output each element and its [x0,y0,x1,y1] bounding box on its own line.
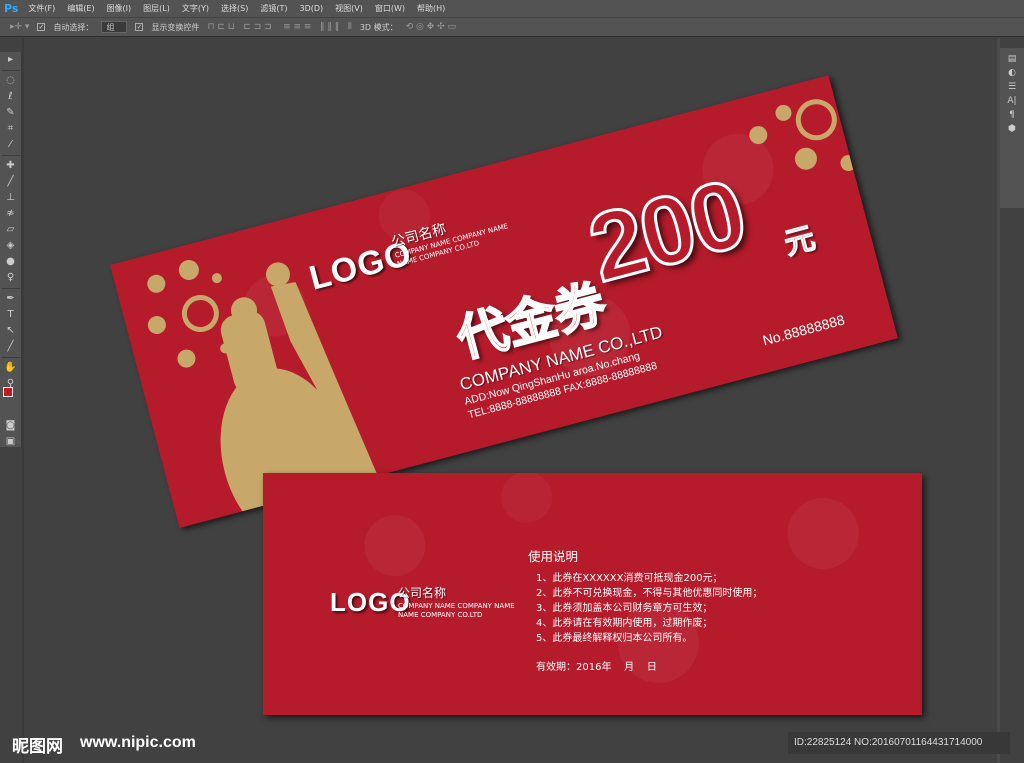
menu-type[interactable]: 文字(Y) [182,3,209,14]
back-company-en-2: NAME COMPANY CO.LTD [398,611,483,619]
validity-date: 有效期：2016年 月 日 [536,662,657,673]
auto-select-label: 自动选择： [53,22,94,32]
menu-edit[interactable]: 编辑(E) [67,3,94,14]
auto-select-dropdown[interactable]: 组 [101,21,128,33]
voucher-back: LOGO 公司名称 COMPANY NAME COMPANY NAME NAME… [263,473,922,715]
3d-mode-icons[interactable]: ⟲ ◎ ✥ ✣ ▭ [406,22,456,32]
stamp-tool-icon[interactable]: ⊥ [6,190,15,206]
rule-item: 5、此券最终解释权归本公司所有。 [536,633,693,644]
history-icon[interactable]: ▤ [1008,54,1017,64]
3d-icon[interactable]: ⬢ [1008,124,1016,134]
pen-tool-icon[interactable]: ✒ [6,291,14,307]
watermark-id: ID:22825124 NO:20160701164431714000 [788,732,1010,754]
menu-image[interactable]: 图像(I) [107,3,132,14]
usage-rules: 使用说明 1、此券在XXXXXX消费可抵现金200元； 2、此券不可兑换现金，不… [528,546,762,673]
show-transform-checkbox[interactable]: ✓ [135,23,144,31]
rule-item: 2、此券不可兑换现金，不得与其他优惠同时使用； [536,588,763,599]
move-tool-icon[interactable]: ▸✛ ▾ [10,22,29,32]
watermark-site-cn: 昵图网 [12,737,63,757]
menu-window[interactable]: 窗口(W) [375,3,405,14]
healing-tool-icon[interactable]: ✚ [6,158,14,174]
menu-bar: Ps 文件(F) 编辑(E) 图像(I) 图层(L) 文字(Y) 选择(S) 滤… [0,0,1024,17]
rules-title: 使用说明 [528,549,579,564]
show-transform-label: 显示变换控件 [151,22,200,32]
paint-bucket-icon[interactable]: ◈ [7,238,15,254]
history-brush-icon[interactable]: ≉ [6,206,14,222]
toolbox: ▸ ◌ ℓ ✎ ⌗ ⁄ ✚ ╱ ⊥ ≉ ▱ ◈ ● ♀ ✒ T ↖ ╱ ✋ ⚲ … [0,52,22,447]
back-company-en-1: COMPANY NAME COMPANY NAME [398,602,515,610]
crop-tool-icon[interactable]: ⌗ [8,121,14,137]
blur-tool-icon[interactable]: ● [6,254,15,270]
hand-tool-icon[interactable]: ✋ [4,360,16,376]
marquee-tool-icon[interactable]: ◌ [6,73,15,89]
character-icon[interactable]: A| [1007,96,1016,106]
menu-help[interactable]: 帮助(H) [417,3,445,14]
options-bar: ▸✛ ▾ ✓ 自动选择： 组 ✓ 显示变换控件 ⊓ ⊏ ⊔ ⊏ ⊐ ⊐ ≡ ≡ … [0,17,1024,37]
paragraph-icon[interactable]: ¶ [1009,110,1015,120]
properties-icon[interactable]: ☰ [1008,82,1016,92]
brush-tool-icon[interactable]: ╱ [7,174,13,190]
right-panel-dock: ▤ ◐ ☰ A| ¶ ⬢ [1000,48,1024,208]
dodge-tool-icon[interactable]: ♀ [7,270,14,286]
toolbox-edge [22,38,24,763]
type-tool-icon[interactable]: T [7,307,13,323]
rule-item: 1、此券在XXXXXX消费可抵现金200元； [536,573,723,584]
watermark-url: www.nipic.com [80,734,196,751]
move-tool-icon[interactable]: ▸ [8,52,13,68]
3d-mode-label: 3D 模式： [359,22,398,32]
menu-filter[interactable]: 滤镜(T) [260,3,287,14]
foreground-color-swatch[interactable] [3,387,13,397]
menu-file[interactable]: 文件(F) [28,3,55,14]
screen-mode-icon[interactable]: ▣ [6,434,15,450]
photoshop-logo: Ps [4,2,19,15]
menu-select[interactable]: 选择(S) [221,3,248,14]
rule-item: 3、此券须加盖本公司财务章方可生效； [536,603,713,614]
back-company-cn: 公司名称 [398,586,447,600]
quick-mask-icon[interactable]: ◙ [6,418,16,434]
adjustments-icon[interactable]: ◐ [1008,68,1016,78]
eyedropper-tool-icon[interactable]: ⁄ [10,137,12,153]
quick-select-tool-icon[interactable]: ✎ [6,105,14,121]
rule-item: 4、此券请在有效期内使用，过期作废； [536,618,713,629]
align-icons[interactable]: ⊓ ⊏ ⊔ ⊏ ⊐ ⊐ ≡ ≡ ≡ ‖ ‖ ‖ ⦀ [207,22,351,32]
voucher-front: LOGO 公司名称 COMPANY NAME COMPANY NAME NAME… [110,75,898,528]
path-select-icon[interactable]: ↖ [6,323,14,339]
line-tool-icon[interactable]: ╱ [7,339,13,355]
menu-view[interactable]: 视图(V) [335,3,363,14]
lasso-tool-icon[interactable]: ℓ [8,89,12,105]
eraser-tool-icon[interactable]: ▱ [7,222,15,238]
menu-3d[interactable]: 3D(D) [299,4,323,13]
auto-select-checkbox[interactable]: ✓ [37,23,46,31]
menu-layer[interactable]: 图层(L) [143,3,170,14]
